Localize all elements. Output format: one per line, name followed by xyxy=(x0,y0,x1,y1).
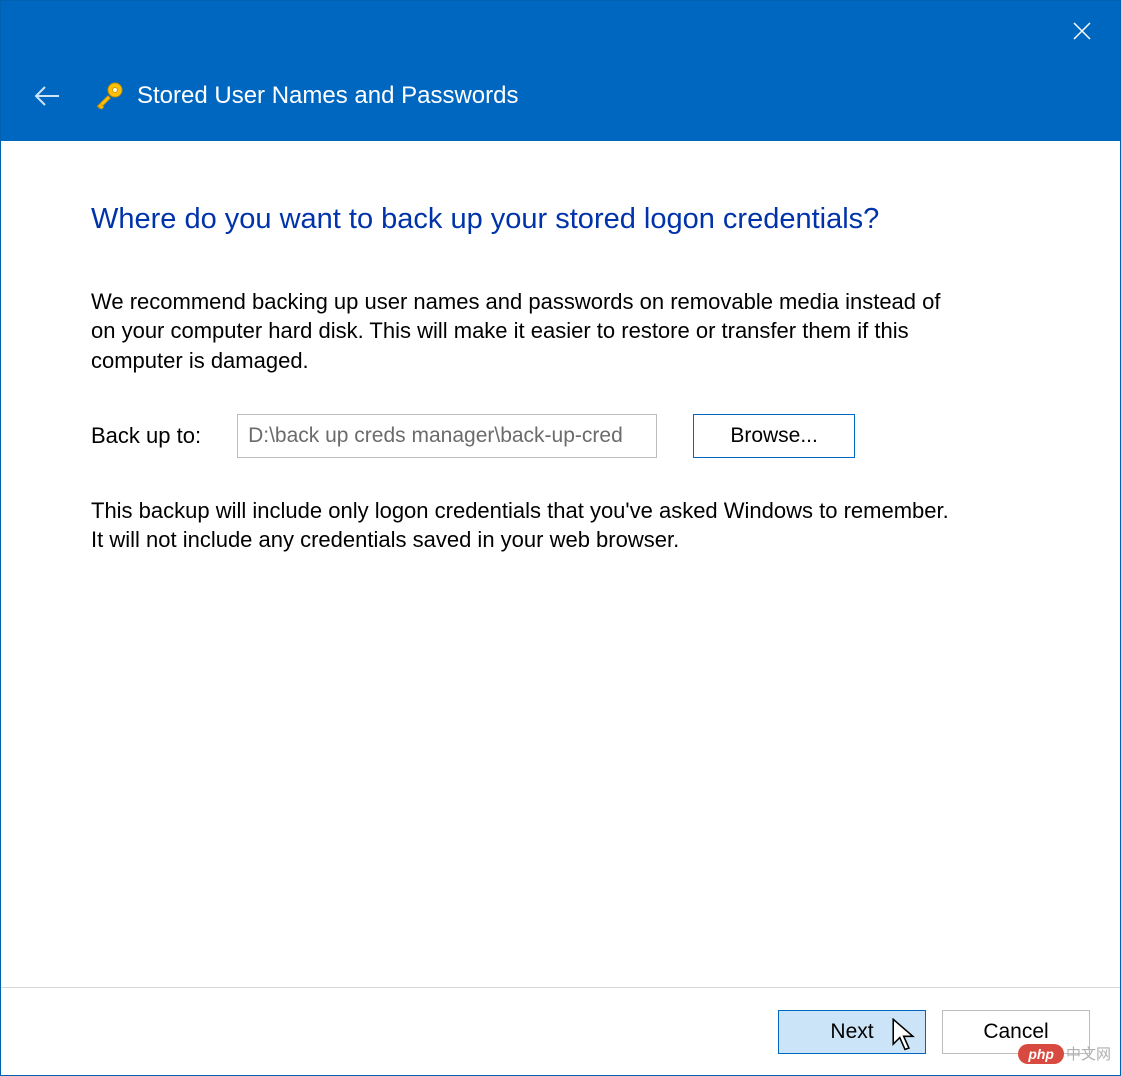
note-text: This backup will include only logon cred… xyxy=(91,496,961,555)
backup-path-row: Back up to: Browse... xyxy=(91,414,1030,458)
close-button[interactable] xyxy=(1052,9,1112,53)
content-area: Where do you want to back up your stored… xyxy=(1,141,1120,987)
window-title: Stored User Names and Passwords xyxy=(137,82,519,110)
close-icon xyxy=(1072,21,1092,41)
cancel-button[interactable]: Cancel xyxy=(942,1010,1090,1054)
page-heading: Where do you want to back up your stored… xyxy=(91,201,1030,239)
footer: Next Cancel xyxy=(1,987,1120,1075)
next-button[interactable]: Next xyxy=(778,1010,926,1054)
wizard-window: Stored User Names and Passwords Where do… xyxy=(0,0,1121,1076)
back-button[interactable] xyxy=(27,76,67,116)
backup-path-input[interactable] xyxy=(237,414,657,458)
key-icon xyxy=(93,80,125,112)
description-text: We recommend backing up user names and p… xyxy=(91,287,961,376)
back-arrow-icon xyxy=(31,80,63,112)
browse-button[interactable]: Browse... xyxy=(693,414,855,458)
titlebar: Stored User Names and Passwords xyxy=(1,1,1120,141)
backup-label: Back up to: xyxy=(91,423,201,449)
